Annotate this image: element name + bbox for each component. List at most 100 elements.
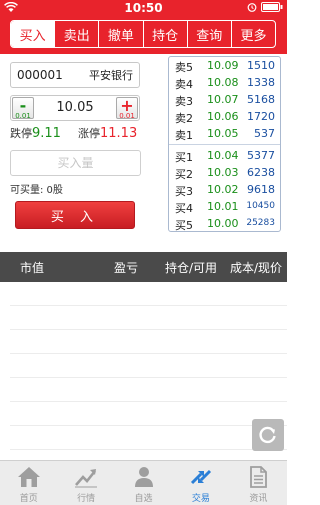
list-separator [10, 282, 287, 306]
list-separator [10, 330, 287, 354]
limit-down: 跌停9.11 [10, 125, 61, 141]
ask-price: 10.08 [207, 76, 239, 89]
step-label: 0.01 [119, 112, 135, 120]
trend-icon [75, 469, 98, 488]
ask-row-5[interactable]: 卖5 10.09 1510 [169, 57, 280, 74]
tab-buy[interactable]: 买入 [11, 21, 55, 47]
limit-down-value: 9.11 [32, 126, 61, 141]
news-icon [250, 466, 268, 488]
tab-sell[interactable]: 卖出 [54, 21, 98, 47]
ask-price: 10.06 [207, 110, 239, 123]
bid-price: 10.01 [207, 200, 239, 213]
bid-row-2[interactable]: 买2 10.03 6238 [169, 164, 280, 181]
nav-trade-label: 交易 [191, 494, 210, 504]
trade-header: 买入 卖出 撤单 持仓 查询 更多 [0, 16, 287, 54]
bid-price: 10.03 [207, 166, 239, 179]
ask-volume: 537 [254, 127, 275, 140]
limit-up-label: 涨停 [78, 127, 100, 140]
order-book: 卖5 10.09 1510 卖4 10.08 1338 卖3 10.07 516… [168, 56, 281, 232]
buy-button[interactable]: 买 入 [15, 201, 135, 229]
bid-volume: 25283 [246, 218, 275, 228]
bid-row-5[interactable]: 买5 10.00 25283 [169, 215, 280, 232]
nav-trade[interactable]: 交易 [172, 461, 229, 505]
trade-tabs: 买入 卖出 撤单 持仓 查询 更多 [10, 20, 276, 48]
limit-down-label: 跌停 [10, 127, 32, 140]
ask-label: 卖5 [175, 61, 193, 74]
bid-row-1[interactable]: 买1 10.04 5377 [169, 147, 280, 164]
column-profit-loss[interactable]: 盈亏 [114, 259, 138, 276]
positions-header: 市值 盈亏 持仓/可用 成本/现价 [0, 252, 287, 282]
home-icon [17, 467, 40, 487]
bid-volume: 10450 [246, 201, 275, 211]
tab-holdings[interactable]: 持仓 [142, 21, 187, 47]
bid-price: 10.04 [207, 149, 239, 162]
price-plus-button[interactable]: + 0.01 [116, 96, 138, 120]
plus-icon: + [120, 96, 134, 115]
ask-volume: 1720 [247, 110, 275, 123]
list-separator [10, 378, 287, 402]
ask-label: 卖4 [175, 78, 193, 91]
bid-price: 10.00 [207, 217, 239, 230]
book-divider [169, 144, 280, 145]
stock-name: 平安银行 [89, 69, 133, 82]
bid-label: 买5 [175, 219, 193, 232]
nav-home-label: 首页 [19, 494, 38, 504]
stock-code: 000001 [17, 68, 63, 82]
limit-prices: 跌停9.11 涨停11.13 [10, 125, 150, 141]
bid-row-4[interactable]: 买4 10.01 10450 [169, 198, 280, 215]
status-bar: 10:50 [0, 0, 287, 16]
nav-home[interactable]: 首页 [0, 461, 57, 505]
minus-icon: - [19, 96, 27, 115]
buyable-quantity: 可买量: 0股 [10, 185, 63, 196]
bid-price: 10.02 [207, 183, 239, 196]
trade-icon [190, 469, 211, 485]
bid-label: 买1 [175, 151, 193, 164]
ask-price: 10.07 [207, 93, 239, 106]
refresh-icon [259, 426, 276, 444]
limit-up-value: 11.13 [100, 126, 138, 141]
nav-news-label: 资讯 [249, 494, 268, 504]
bid-row-3[interactable]: 买3 10.02 9618 [169, 181, 280, 198]
tab-more[interactable]: 更多 [230, 21, 275, 47]
nav-news[interactable]: 资讯 [230, 461, 287, 505]
limit-up: 涨停11.13 [78, 125, 137, 141]
battery-icon [261, 2, 283, 12]
ask-price: 10.05 [207, 127, 239, 140]
status-time: 10:50 [124, 1, 163, 15]
ask-row-1[interactable]: 卖1 10.05 537 [169, 125, 280, 142]
positions-list [10, 282, 287, 450]
bid-label: 买4 [175, 202, 193, 215]
nav-watchlist[interactable]: 自选 [115, 461, 172, 505]
ask-row-3[interactable]: 卖3 10.07 5168 [169, 91, 280, 108]
stock-selector[interactable]: 000001 平安银行 [10, 62, 140, 88]
ask-label: 卖1 [175, 129, 193, 142]
list-separator [10, 426, 287, 450]
nav-market[interactable]: 行情 [57, 461, 114, 505]
bid-label: 买3 [175, 185, 193, 198]
bid-volume: 5377 [247, 149, 275, 162]
column-market-value[interactable]: 市值 [20, 259, 44, 276]
bid-volume: 6238 [247, 166, 275, 179]
refresh-button[interactable] [252, 419, 284, 451]
ask-volume: 1510 [247, 59, 275, 72]
ask-price: 10.09 [207, 59, 239, 72]
quantity-input[interactable] [10, 150, 141, 176]
price-minus-button[interactable]: - 0.01 [12, 96, 34, 120]
price-stepper: - 0.01 10.05 + 0.01 [10, 95, 140, 121]
ask-row-2[interactable]: 卖2 10.06 1720 [169, 108, 280, 125]
ask-row-4[interactable]: 卖4 10.08 1338 [169, 74, 280, 91]
price-value[interactable]: 10.05 [35, 100, 115, 115]
list-separator [10, 354, 287, 378]
column-cost-price[interactable]: 成本/现价 [230, 259, 282, 276]
bid-label: 买2 [175, 168, 193, 181]
step-label: 0.01 [15, 112, 31, 120]
ask-volume: 5168 [247, 93, 275, 106]
tab-query[interactable]: 查询 [186, 21, 231, 47]
nav-watchlist-label: 自选 [134, 494, 153, 504]
tab-cancel[interactable]: 撤单 [98, 21, 142, 47]
list-separator [10, 306, 287, 330]
bottom-nav: 首页 行情 自选 交易 资讯 [0, 460, 287, 505]
ask-label: 卖2 [175, 112, 193, 125]
column-holding-available[interactable]: 持仓/可用 [165, 259, 217, 276]
alarm-icon [247, 3, 257, 12]
